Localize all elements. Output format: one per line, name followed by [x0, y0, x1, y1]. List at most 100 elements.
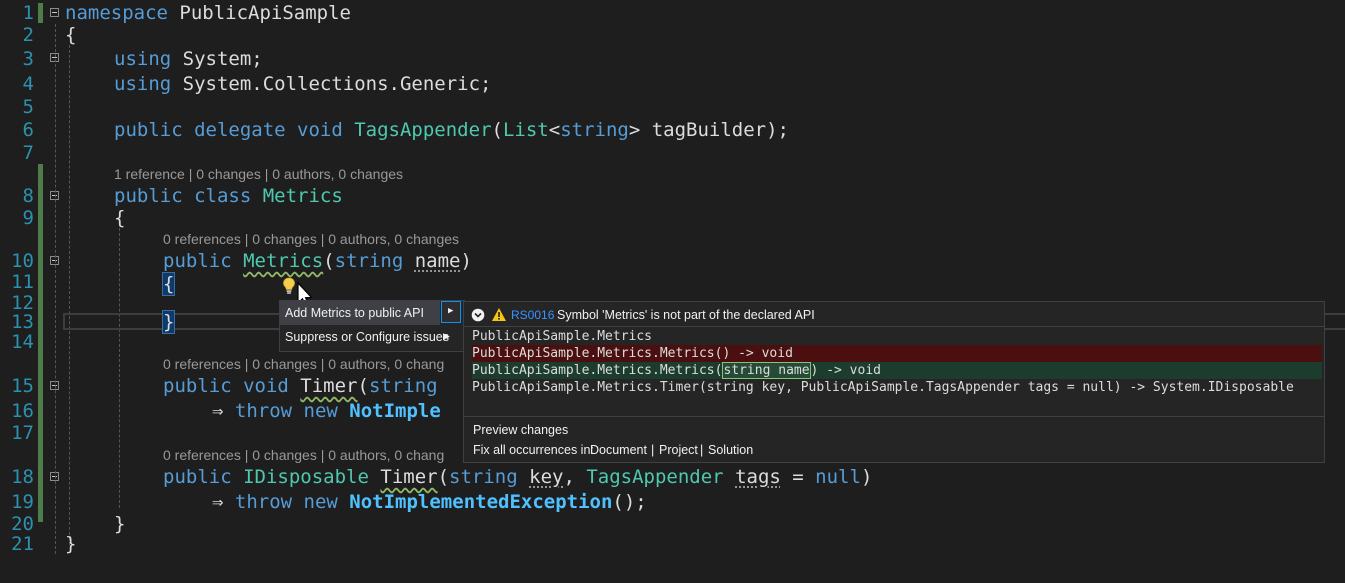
diagnostic-code-link[interactable]: RS0016 — [511, 302, 554, 328]
code-line-20: } — [114, 513, 126, 535]
token: System.Collections.Generic; — [171, 73, 492, 95]
quick-actions-menu: Add Metrics to public API Suppress or Co… — [279, 300, 465, 352]
token: , — [563, 466, 587, 488]
token: Metrics — [251, 185, 343, 207]
preview-line: PublicApiSample.Metrics.Timer(string key… — [472, 380, 1294, 395]
line-number: 3 — [22, 48, 34, 70]
submenu-expand-button[interactable]: ▶ — [441, 301, 461, 323]
code-line-3: using System; — [114, 47, 263, 71]
line-number: 5 — [22, 96, 34, 118]
token: string — [560, 119, 629, 141]
code-line-10: public Metrics(string name) — [163, 249, 472, 273]
menu-item-suppress-configure[interactable]: Suppress or Configure issues — [280, 325, 459, 349]
code-line-19: ⇒ throw new NotImplementedException(); — [212, 490, 647, 514]
separator: | — [700, 443, 704, 457]
token: Timer — [380, 466, 438, 488]
token: name — [414, 250, 461, 272]
collapse-circle-icon[interactable] — [471, 308, 485, 322]
token-highlight: string name — [722, 362, 811, 379]
preview-changes-link[interactable]: Preview changes — [473, 423, 568, 437]
token: using — [114, 73, 172, 95]
code-line-13: } — [161, 310, 176, 334]
preview-panel: RS0016 Symbol 'Metrics' is not part of t… — [463, 301, 1325, 463]
lightbulb-icon[interactable] — [282, 277, 296, 295]
line-number: 21 — [11, 533, 34, 555]
token: string — [368, 375, 438, 397]
separator: | — [651, 443, 655, 457]
preview-line-removed: PublicApiSample.Metrics.Metrics() -> voi… — [472, 345, 1322, 362]
fix-solution-link[interactable]: Solution — [708, 443, 753, 457]
token: } — [161, 310, 176, 334]
fix-document-link[interactable]: Document — [590, 443, 647, 457]
token: new — [292, 400, 338, 422]
diagnostic-message: Symbol 'Metrics' is not part of the decl… — [557, 308, 815, 322]
code-line-16: ⇒ throw new NotImple — [212, 399, 441, 423]
token: void — [231, 375, 289, 397]
preview-line-added: PublicApiSample.Metrics.Metrics(string n… — [472, 362, 1322, 379]
token: key — [529, 466, 564, 488]
code-line-11: { — [161, 272, 176, 296]
token: (); — [612, 491, 647, 513]
outline-guide — [55, 24, 56, 554]
code-line-2: { — [65, 24, 77, 46]
menu-item-add-to-public-api[interactable]: Add Metrics to public API — [280, 301, 440, 325]
code-line-18: public IDisposable Timer(string key, Tag… — [163, 465, 872, 489]
token: Timer — [300, 375, 358, 397]
indent-guide — [119, 228, 120, 508]
menu-item-label: Add Metrics to public API — [285, 306, 424, 320]
token: ( — [491, 119, 503, 141]
token: new — [292, 491, 338, 513]
code-line-21: } — [65, 533, 77, 555]
token: public — [163, 250, 232, 272]
token: NotImple — [337, 400, 441, 422]
token: List — [502, 119, 549, 141]
token: > tagBuilder); — [628, 119, 789, 141]
token: { — [161, 272, 176, 296]
token: void — [285, 119, 343, 141]
line-number: 18 — [11, 466, 34, 488]
token: string — [449, 466, 518, 488]
preview-line: PublicApiSample.Metrics — [472, 329, 653, 344]
token: TagsAppender — [342, 119, 492, 141]
menu-item-label: Suppress or Configure issues — [285, 330, 449, 344]
line-number: 14 — [11, 331, 34, 353]
token: TagsAppender — [586, 466, 724, 488]
fix-all-label: Fix all occurrences in: — [473, 443, 594, 457]
token: PublicApiSample — [167, 2, 351, 24]
line-number: 19 — [11, 491, 34, 513]
line-number: 2 — [22, 24, 34, 46]
token: IDisposable — [231, 466, 369, 488]
code-line-6: public delegate void TagsAppender(List<s… — [114, 118, 789, 142]
codelens[interactable]: 0 references | 0 changes | 0 authors, 0 … — [163, 447, 444, 463]
divider — [464, 416, 1324, 417]
line-number: 4 — [22, 73, 34, 95]
code-line-4: using System.Collections.Generic; — [114, 72, 492, 96]
token: using — [114, 48, 172, 70]
change-bar — [38, 164, 43, 522]
token: ) — [860, 466, 873, 488]
codelens[interactable]: 0 references | 0 changes | 0 authors, 0 … — [163, 231, 459, 247]
line-number: 17 — [11, 422, 34, 444]
line-number: 7 — [22, 142, 34, 164]
code-editor[interactable]: 1 2 3 4 5 6 7 8 9 10 11 12 13 14 15 16 1… — [0, 0, 1345, 583]
token: ( — [323, 250, 335, 272]
line-number: 9 — [22, 207, 34, 229]
token: public — [163, 375, 232, 397]
chevron-right-icon: ▶ — [443, 331, 450, 341]
divider — [464, 326, 1324, 327]
fix-project-link[interactable]: Project — [659, 443, 698, 457]
codelens[interactable]: 1 reference | 0 changes | 0 authors, 0 c… — [114, 166, 403, 182]
token: ⇒ — [212, 491, 224, 513]
code-line-15: public void Timer(string — [163, 374, 438, 398]
token: tags — [735, 466, 781, 488]
indent-guide — [69, 45, 70, 545]
line-number: 6 — [22, 119, 34, 141]
codelens[interactable]: 0 references | 0 changes | 0 authors, 0 … — [163, 356, 444, 372]
chevron-right-icon: ▶ — [448, 306, 454, 316]
line-number: 16 — [11, 400, 34, 422]
token: ( — [357, 375, 369, 397]
token: public — [163, 466, 232, 488]
change-bar — [38, 3, 43, 23]
token: < — [548, 119, 561, 141]
collapse-icon[interactable] — [50, 8, 59, 17]
